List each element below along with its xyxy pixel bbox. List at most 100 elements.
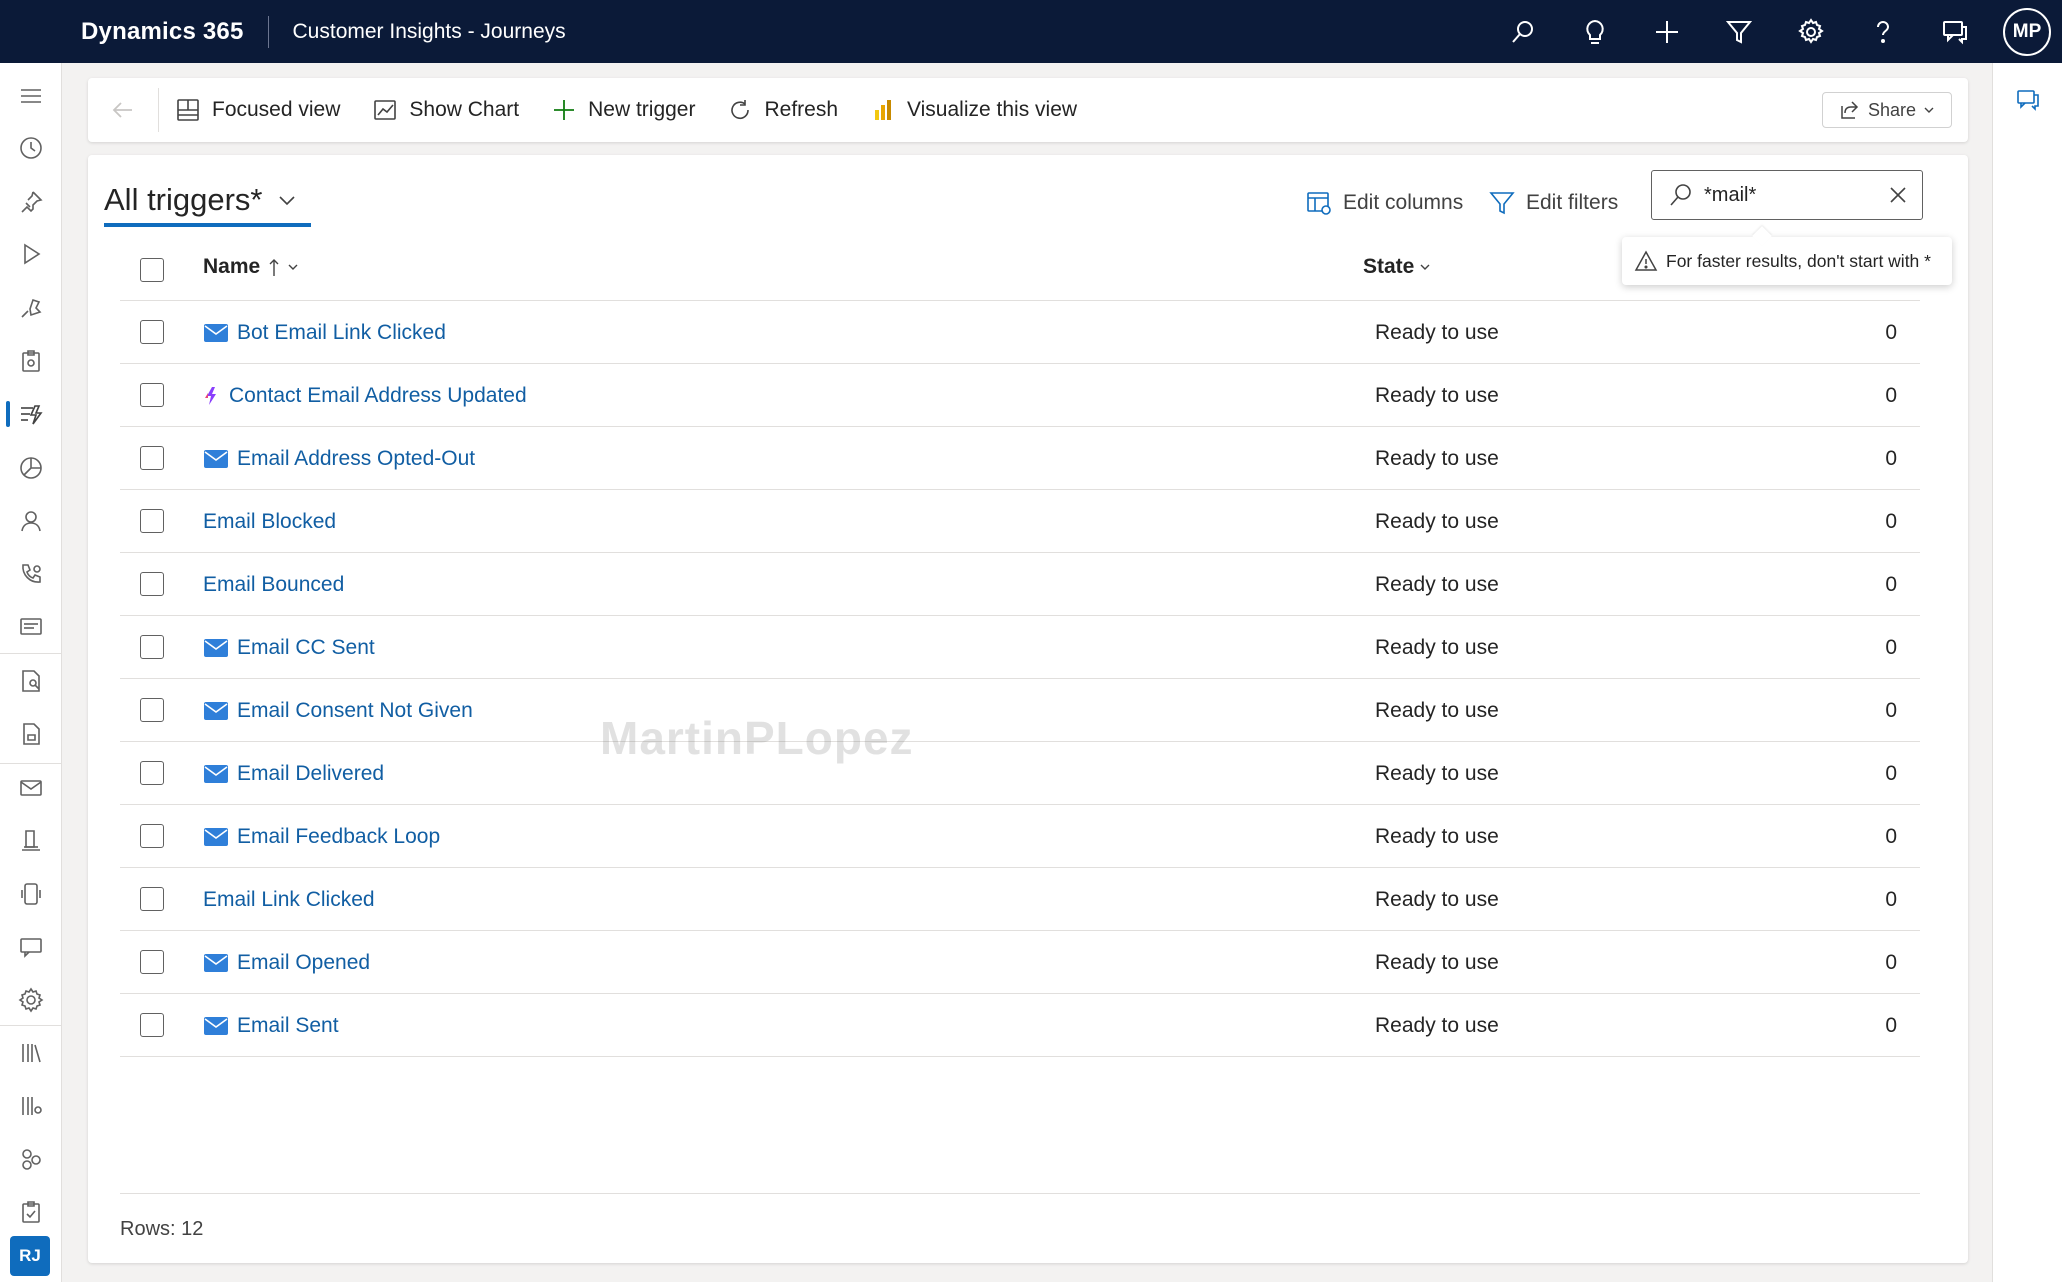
mobile-icon[interactable]	[0, 871, 62, 917]
row-checkbox[interactable]	[140, 950, 164, 974]
trigger-name-link[interactable]: Bot Email Link Clicked	[203, 301, 446, 364]
table-row[interactable]: Email Sent Ready to use 0	[120, 994, 1920, 1057]
documents-icon[interactable]	[0, 818, 62, 864]
back-button[interactable]	[88, 78, 158, 142]
plus-icon[interactable]	[1631, 0, 1703, 63]
table-row[interactable]: Email Delivered Ready to use 0	[120, 742, 1920, 805]
user-avatar[interactable]: MP	[2003, 7, 2051, 56]
library-icon[interactable]	[0, 1030, 62, 1076]
trigger-name-link[interactable]: Contact Email Address Updated	[203, 364, 527, 427]
mail-icon	[204, 1016, 228, 1035]
trigger-name-link[interactable]: Email Opened	[203, 931, 370, 994]
view-selector[interactable]: All triggers*	[104, 177, 311, 227]
pinned-icon[interactable]	[0, 179, 62, 225]
assets-icon[interactable]	[0, 1083, 62, 1129]
contact-icon[interactable]	[0, 498, 62, 544]
show-chart-button[interactable]: Show Chart	[356, 78, 535, 142]
table-row[interactable]: Contact Email Address Updated Ready to us…	[120, 364, 1920, 427]
close-icon[interactable]	[1886, 183, 1910, 207]
edit-columns-icon	[1307, 192, 1331, 215]
search-icon[interactable]	[1487, 0, 1559, 63]
share-button[interactable]: Share	[1822, 92, 1952, 128]
trigger-name-link[interactable]: Email CC Sent	[203, 616, 375, 679]
trigger-state: Ready to use	[1375, 950, 1499, 974]
templates-icon[interactable]	[0, 711, 62, 757]
table-row[interactable]: Bot Email Link Clicked Ready to use 0	[120, 301, 1920, 364]
column-header-name[interactable]: Name	[203, 255, 300, 279]
chat-icon[interactable]	[1919, 0, 1991, 63]
call-icon[interactable]	[0, 551, 62, 597]
column-header-state[interactable]: State	[1363, 255, 1432, 279]
apps-icon[interactable]	[0, 1136, 62, 1182]
row-checkbox[interactable]	[140, 383, 164, 407]
trigger-name-link[interactable]: Email Address Opted-Out	[203, 427, 475, 490]
area-switcher-avatar[interactable]: RJ	[10, 1236, 50, 1276]
app-name[interactable]: Customer Insights - Journeys	[293, 20, 566, 44]
filter-icon[interactable]	[1703, 0, 1775, 63]
row-checkbox[interactable]	[140, 572, 164, 596]
triggers-icon[interactable]	[0, 391, 62, 437]
table-row[interactable]: Email Bounced Ready to use 0	[120, 553, 1920, 616]
clipboard-icon[interactable]	[0, 1189, 62, 1235]
table-row[interactable]: Email Feedback Loop Ready to use 0	[120, 805, 1920, 868]
table-row[interactable]: Email Opened Ready to use 0	[120, 931, 1920, 994]
recent-icon[interactable]	[0, 125, 62, 171]
emails-icon[interactable]	[0, 604, 62, 650]
table-row[interactable]: Email Consent Not Given Ready to use 0	[120, 679, 1920, 742]
row-checkbox[interactable]	[140, 698, 164, 722]
table-row[interactable]: Email Link Clicked Ready to use 0	[120, 868, 1920, 931]
table-row[interactable]: Email Blocked Ready to use 0	[120, 490, 1920, 553]
left-navigation: RJ	[0, 63, 62, 1282]
top-bar: Dynamics 365 Customer Insights - Journey…	[0, 0, 2062, 63]
copilot-chat-icon[interactable]	[2015, 87, 2041, 113]
trigger-name-link[interactable]: Email Link Clicked	[203, 868, 375, 931]
row-checkbox[interactable]	[140, 509, 164, 533]
mail-icon[interactable]	[0, 765, 62, 811]
trigger-count: 0	[1885, 824, 1897, 848]
journeys-icon[interactable]	[0, 285, 62, 331]
table-row[interactable]: Email CC Sent Ready to use 0	[120, 616, 1920, 679]
focused-view-button[interactable]: Focused view	[159, 78, 356, 142]
chat-icon[interactable]	[0, 924, 62, 970]
trigger-count: 0	[1885, 320, 1897, 344]
row-checkbox[interactable]	[140, 446, 164, 470]
trigger-name-link[interactable]: Email Consent Not Given	[203, 679, 473, 742]
refresh-button[interactable]: Refresh	[711, 78, 854, 142]
row-checkbox[interactable]	[140, 824, 164, 848]
custom-trigger-icon	[205, 386, 216, 405]
row-checkbox[interactable]	[140, 320, 164, 344]
table-row[interactable]: Email Address Opted-Out Ready to use 0	[120, 427, 1920, 490]
lightbulb-icon[interactable]	[1559, 0, 1631, 63]
mail-icon	[204, 953, 228, 972]
trigger-name-link[interactable]: Email Sent	[203, 994, 339, 1057]
trigger-name-link[interactable]: Email Bounced	[203, 553, 344, 616]
segments-icon[interactable]	[0, 445, 62, 491]
trigger-name: Email CC Sent	[237, 635, 375, 659]
trigger-state: Ready to use	[1375, 572, 1499, 596]
select-all-checkbox[interactable]	[140, 258, 164, 282]
row-checkbox[interactable]	[140, 887, 164, 911]
reports-icon[interactable]	[0, 658, 62, 704]
new-trigger-button[interactable]: New trigger	[535, 78, 711, 142]
row-checkbox[interactable]	[140, 635, 164, 659]
settings-icon[interactable]	[0, 977, 62, 1023]
play-icon[interactable]	[0, 231, 62, 277]
forms-icon[interactable]	[0, 338, 62, 384]
row-checkbox[interactable]	[140, 1013, 164, 1037]
help-icon[interactable]	[1847, 0, 1919, 63]
edit-filters-button[interactable]: Edit filters	[1488, 183, 1618, 223]
search-input[interactable]	[1704, 183, 1874, 207]
search-box[interactable]	[1651, 170, 1923, 220]
brand-name[interactable]: Dynamics 365	[81, 18, 244, 46]
trigger-name-link[interactable]: Email Delivered	[203, 742, 384, 805]
chevron-down-icon	[1420, 264, 1430, 270]
nav-divider	[0, 763, 62, 764]
edit-columns-button[interactable]: Edit columns	[1305, 183, 1463, 223]
trigger-name-link[interactable]: Email Blocked	[203, 490, 336, 553]
chevron-down-icon	[1924, 107, 1934, 113]
menu-icon[interactable]	[0, 73, 62, 119]
gear-icon[interactable]	[1775, 0, 1847, 63]
visualize-view-button[interactable]: Visualize this view	[854, 78, 1093, 142]
row-checkbox[interactable]	[140, 761, 164, 785]
trigger-name-link[interactable]: Email Feedback Loop	[203, 805, 440, 868]
